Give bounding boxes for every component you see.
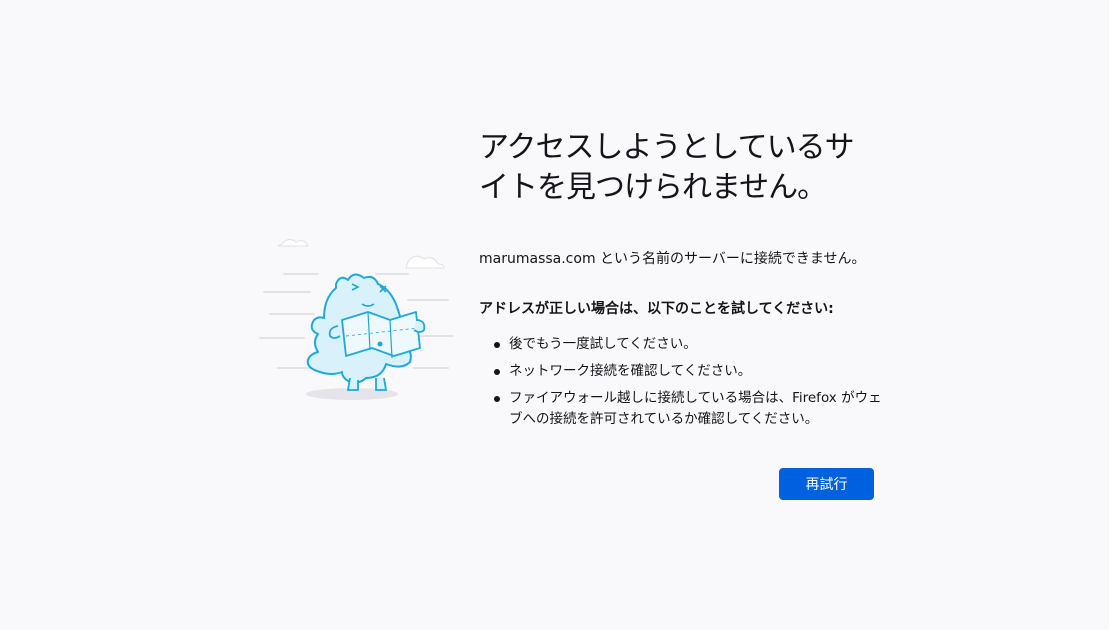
bullet-icon [494, 342, 500, 348]
bullet-icon [494, 396, 500, 402]
advice-heading: アドレスが正しい場合は、以下のことを試してください: [479, 301, 834, 317]
advice-item: 後でもう一度試してください。 [479, 334, 889, 355]
advice-item-text: ネットワーク接続を確認してください。 [509, 363, 752, 379]
advice-list: 後でもう一度試してください。 ネットワーク接続を確認してください。 ファイアウォ… [479, 334, 889, 430]
dinosaur-map-icon [259, 238, 453, 400]
error-content: アクセスしようとしているサイトを見つけられません。 marumassa.com … [479, 128, 889, 436]
error-illustration [258, 228, 458, 408]
advice-item: ファイアウォール越しに接続している場合は、Firefox がウェブへの接続を許可… [479, 388, 889, 430]
error-page: アクセスしようとしているサイトを見つけられません。 marumassa.com … [0, 0, 1109, 630]
advice-item-text: 後でもう一度試してください。 [509, 336, 697, 352]
advice-item-text: ファイアウォール越しに接続している場合は、Firefox がウェブへの接続を許可… [509, 390, 882, 427]
bullet-icon [494, 369, 500, 375]
advice-item: ネットワーク接続を確認してください。 [479, 361, 889, 382]
error-title: アクセスしようとしているサイトを見つけられません。 [479, 130, 855, 205]
error-description: marumassa.com という名前のサーバーに接続できません。 [479, 251, 866, 267]
retry-button[interactable]: 再試行 [779, 468, 874, 500]
